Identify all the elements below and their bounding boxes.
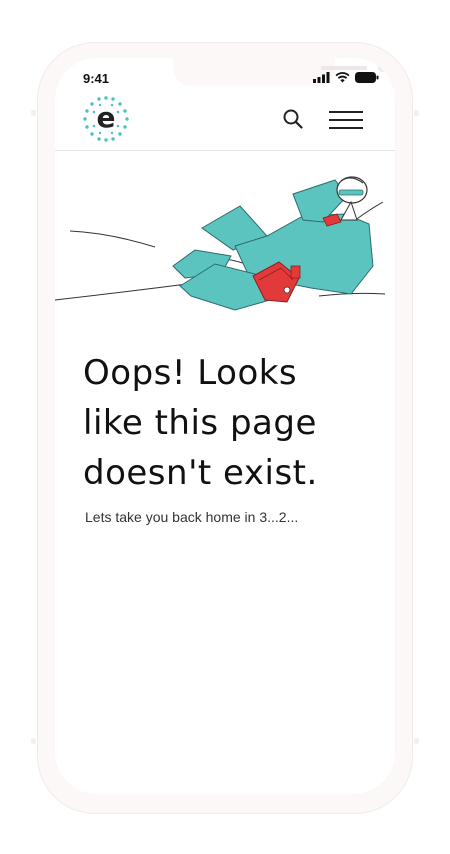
search-icon[interactable] [281, 107, 305, 131]
phone-notch [173, 58, 387, 86]
logo-letter: e [97, 101, 116, 134]
wifi-icon [335, 72, 350, 83]
phone-side-button [414, 110, 419, 116]
page-title: Oops! Looks like this page doesn't exist… [83, 348, 383, 498]
title-line: doesn't exist. [83, 453, 318, 493]
front-camera [378, 63, 387, 72]
site-header: e [55, 92, 395, 151]
title-line: Oops! Looks [83, 353, 298, 393]
menu-line [329, 119, 363, 121]
logo-icon[interactable]: e [80, 94, 132, 144]
phone-side-button [31, 738, 36, 744]
page: 9:41 e Oops! Looks like this page doesn'… [0, 0, 450, 854]
phone-screen: 9:41 e Oops! Looks like this page doesn'… [55, 58, 395, 794]
battery-icon [355, 72, 379, 83]
title-line: like this page [83, 403, 317, 443]
signal-icon [313, 72, 330, 83]
phone-side-button [414, 738, 419, 744]
error-illustration [55, 176, 386, 311]
status-icons [313, 72, 379, 83]
status-time: 9:41 [83, 71, 110, 86]
menu-line [329, 127, 363, 129]
hamburger-menu-icon[interactable] [329, 109, 363, 131]
speaker-grille [321, 66, 367, 70]
redirect-message: Lets take you back home in 3...2... [85, 509, 299, 525]
menu-line [329, 111, 363, 113]
phone-side-button [31, 110, 36, 116]
